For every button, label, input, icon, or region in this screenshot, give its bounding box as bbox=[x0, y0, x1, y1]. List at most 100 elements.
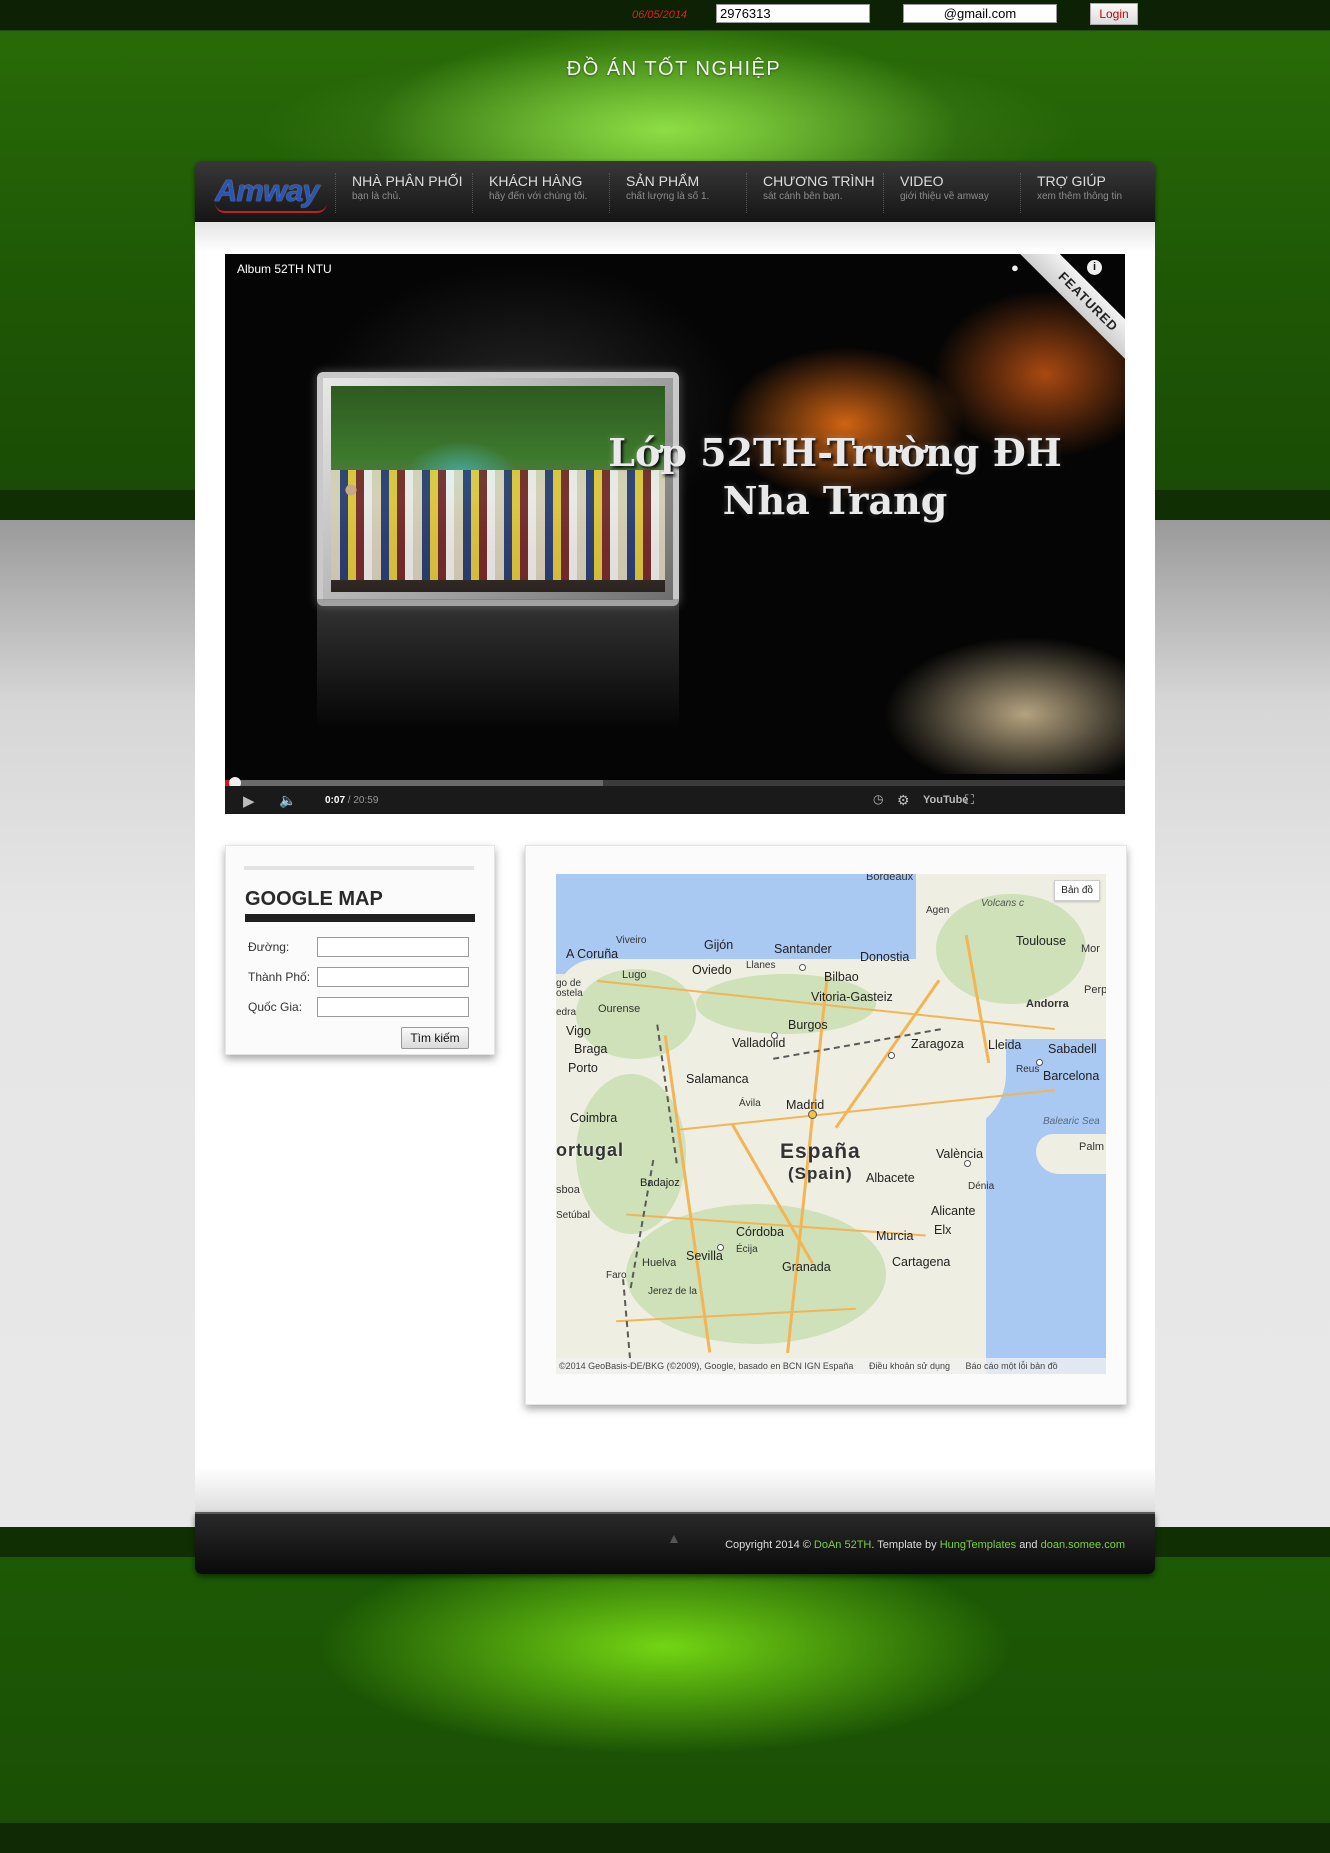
nav-item-products[interactable]: SẢN PHẨM chất lượng là số 1. bbox=[609, 173, 745, 213]
site-name-link[interactable]: DoAn 52TH bbox=[814, 1539, 871, 1551]
map-label: Bilbao bbox=[824, 970, 859, 984]
featured-ribbon: FEATURED bbox=[1017, 254, 1125, 362]
map-label: Huelva bbox=[642, 1257, 677, 1269]
overlay-line-1: Lớp 52TH-Trường ĐH bbox=[608, 430, 1062, 475]
nav-subtitle: giới thiệu về amway bbox=[900, 191, 989, 202]
overlay-line-2: Nha Trang bbox=[722, 478, 948, 523]
city-input[interactable] bbox=[317, 967, 469, 987]
map-label: A Coruña bbox=[566, 947, 619, 961]
spain-label: España bbox=[780, 1140, 861, 1163]
sea-label: Balearic Sea bbox=[1043, 1116, 1100, 1127]
map-label: Granada bbox=[782, 1260, 831, 1274]
madrid-marker bbox=[808, 1110, 817, 1119]
map-label: Cartagena bbox=[892, 1255, 951, 1269]
nav-title: TRỢ GIÚP bbox=[1037, 173, 1106, 189]
map-label: Zaragoza bbox=[911, 1037, 964, 1051]
portugal-label: ortugal bbox=[556, 1140, 624, 1160]
logo-swoosh bbox=[215, 203, 327, 213]
map-label: Santander bbox=[774, 942, 832, 956]
map-label: Gijón bbox=[704, 938, 734, 952]
author-link[interactable]: HungTemplates bbox=[940, 1539, 1016, 1551]
nav-item-distributor[interactable]: NHÀ PHÂN PHỐI bạn là chủ. bbox=[335, 173, 471, 213]
terms-link[interactable]: Điều khoản sử dụng bbox=[869, 1361, 950, 1371]
volume-icon[interactable]: 🔈 bbox=[279, 792, 296, 809]
dark-band bbox=[0, 1823, 1330, 1853]
map-label: Porto bbox=[568, 1061, 598, 1075]
google-map[interactable]: Bordeaux Agen Volcans c Toulouse Mor Per… bbox=[556, 874, 1106, 1374]
map-label: Elx bbox=[934, 1223, 952, 1237]
map-label: Bordeaux bbox=[866, 874, 914, 883]
nav-item-video[interactable]: VIDEO giới thiệu về amway bbox=[883, 173, 1019, 213]
map-label: Córdoba bbox=[736, 1225, 784, 1239]
map-attribution: ©2014 GeoBasis-DE/BKG (©2009), Google, b… bbox=[556, 1358, 1106, 1374]
map-label: Setúbal bbox=[556, 1210, 590, 1221]
map-label: Coimbra bbox=[570, 1111, 618, 1125]
map-label: Viveiro bbox=[616, 935, 647, 946]
map-label: Madrid bbox=[786, 1098, 825, 1112]
nav-subtitle: bạn là chủ. bbox=[352, 191, 401, 202]
map-type-button[interactable]: Bản đồ bbox=[1054, 880, 1100, 901]
map-label: Ávila bbox=[739, 1098, 761, 1109]
featured-ribbon-label: FEATURED bbox=[1017, 254, 1125, 362]
map-label: Oviedo bbox=[692, 963, 732, 977]
clock-icon[interactable]: ◷ bbox=[873, 792, 883, 806]
time-total: 20:59 bbox=[353, 795, 379, 806]
city-marker bbox=[771, 1032, 778, 1039]
settings-icon[interactable]: ⚙ bbox=[897, 792, 910, 809]
fullscreen-icon[interactable]: ⛶ bbox=[965, 792, 974, 808]
map-label: Llanes bbox=[746, 960, 776, 971]
green-area bbox=[936, 894, 1086, 1004]
map-label: sboa bbox=[556, 1184, 580, 1196]
map-label: Salamanca bbox=[686, 1072, 749, 1086]
search-button[interactable]: Tìm kiếm bbox=[401, 1027, 469, 1049]
google-map-title: GOOGLE MAP bbox=[245, 888, 383, 910]
map-label: Volcans c bbox=[981, 898, 1024, 909]
nav-subtitle: hãy đến với chúng tôi. bbox=[489, 191, 588, 202]
city-marker bbox=[717, 1244, 724, 1251]
map-label: Lugo bbox=[622, 969, 647, 981]
report-error-link[interactable]: Báo cáo một lỗi bản đồ bbox=[966, 1361, 1058, 1371]
domain-link[interactable]: doan.somee.com bbox=[1041, 1539, 1125, 1551]
login-button[interactable]: Login bbox=[1090, 3, 1138, 25]
map-label: Donostia bbox=[860, 950, 910, 964]
nav-item-customers[interactable]: KHÁCH HÀNG hãy đến với chúng tôi. bbox=[472, 173, 608, 213]
youtube-icon[interactable]: YouTube bbox=[923, 794, 968, 806]
map-label: Andorra bbox=[1026, 998, 1069, 1010]
balearic-land bbox=[1036, 1134, 1106, 1174]
map-label: Agen bbox=[926, 905, 950, 916]
video-controls: ▶ 🔈 0:07 / 20:59 ◷ ⚙ YouTube ⛶ bbox=[225, 786, 1125, 814]
footer-divider bbox=[195, 1512, 1155, 1514]
nav-subtitle: chất lượng là số 1. bbox=[626, 191, 710, 202]
map-label: Palm bbox=[1079, 1141, 1105, 1153]
play-icon[interactable]: ▶ bbox=[243, 792, 255, 810]
map-label: ostela bbox=[556, 988, 583, 999]
nav-subtitle: xem thêm thông tin bbox=[1037, 191, 1123, 202]
city-label: Thành Phố: bbox=[248, 970, 311, 984]
site-title: ĐỒ ÁN TỐT NGHIỆP bbox=[566, 58, 782, 80]
amway-logo[interactable]: Amway bbox=[215, 173, 331, 213]
nav-item-programs[interactable]: CHƯƠNG TRÌNH sát cánh bên bạn. bbox=[746, 173, 882, 213]
copyright-text: Copyright 2014 © bbox=[725, 1539, 811, 1551]
map-label: València bbox=[936, 1147, 984, 1161]
map-label: edra bbox=[556, 1007, 577, 1018]
map-label: Ourense bbox=[598, 1003, 641, 1015]
attribution-text: ©2014 GeoBasis-DE/BKG (©2009), Google, b… bbox=[559, 1361, 854, 1371]
video-title[interactable]: Album 52TH NTU bbox=[237, 262, 332, 276]
username-input[interactable] bbox=[716, 4, 870, 23]
nav-title: NHÀ PHÂN PHỐI bbox=[352, 173, 463, 189]
nav-subtitle: sát cánh bên bạn. bbox=[763, 191, 843, 202]
map-panel: Bordeaux Agen Volcans c Toulouse Mor Per… bbox=[525, 845, 1127, 1405]
nav-item-help[interactable]: TRỢ GIÚP xem thêm thông tin bbox=[1020, 173, 1150, 213]
street-input[interactable] bbox=[317, 937, 469, 957]
city-marker bbox=[1036, 1059, 1043, 1066]
email-input[interactable] bbox=[903, 4, 1057, 23]
map-label: Perp bbox=[1084, 984, 1106, 996]
country-input[interactable] bbox=[317, 997, 469, 1017]
title-underline bbox=[245, 914, 475, 922]
map-label: Vitoria-Gasteiz bbox=[811, 990, 893, 1004]
back-to-top-icon[interactable]: ▲ bbox=[667, 1530, 681, 1546]
and-text: and bbox=[1019, 1539, 1038, 1551]
video-player[interactable]: Lớp 52TH-Trường ĐH Nha Trang Album 52TH … bbox=[225, 254, 1125, 814]
map-label: Alicante bbox=[931, 1204, 976, 1218]
video-time: 0:07 / 20:59 bbox=[325, 795, 379, 806]
